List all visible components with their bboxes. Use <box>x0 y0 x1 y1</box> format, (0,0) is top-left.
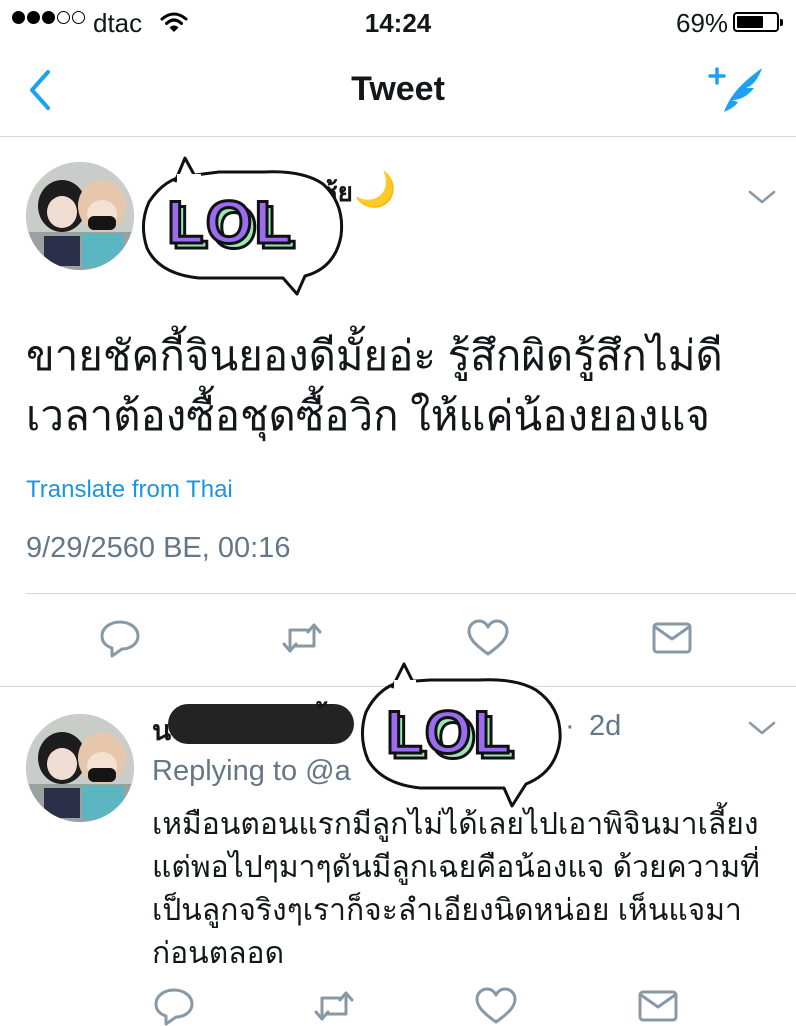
redaction-bar <box>168 704 354 744</box>
reply-relative-time: 2d <box>589 710 622 742</box>
chevron-down-icon[interactable] <box>747 188 777 206</box>
replying-to[interactable]: Replying to @a <box>152 755 351 788</box>
battery-percent: 69% <box>676 8 729 38</box>
page-title: Tweet <box>351 70 445 108</box>
reply-icon[interactable] <box>98 618 142 658</box>
reply-avatar[interactable] <box>26 714 134 822</box>
reply-mail-icon[interactable] <box>636 986 680 1026</box>
mail-icon[interactable] <box>650 618 694 658</box>
reply-time-separator: · <box>565 710 575 742</box>
battery-icon <box>733 12 783 32</box>
avatar[interactable] <box>26 162 134 270</box>
reply-heart-icon[interactable] <box>474 986 518 1026</box>
lol-text-2: LOL <box>385 698 512 768</box>
reply-text: เหมือนตอนแรกมีลูกไม่ได้เลยไปเอาพิจินมาเล… <box>152 808 760 970</box>
reply-chevron-down-icon[interactable] <box>747 719 777 737</box>
tweet-divider <box>26 593 796 594</box>
nav-divider <box>0 136 796 137</box>
lol-sticker: LOL LOL <box>137 152 347 300</box>
tweet-text: ขายชัคกี้จินยองดีมั้ยอ่ะ รู้สึกผิดรู้สึก… <box>26 332 723 439</box>
lol-sticker-2: LOL LOL <box>356 660 566 810</box>
reply-reply-icon[interactable] <box>152 986 196 1026</box>
lol-text: LOL <box>166 188 293 258</box>
reply-retweet-icon[interactable] <box>312 986 356 1026</box>
tweet-timestamp: 9/29/2560 BE, 00:16 <box>26 532 291 564</box>
compose-tweet-icon[interactable] <box>706 62 768 116</box>
status-bar: dtac 14:24 69% <box>0 0 796 44</box>
retweet-icon[interactable] <box>280 618 324 658</box>
translate-link[interactable]: Translate from Thai <box>26 476 233 504</box>
moon-emoji: 🌙 <box>354 171 397 209</box>
heart-icon[interactable] <box>466 618 510 658</box>
